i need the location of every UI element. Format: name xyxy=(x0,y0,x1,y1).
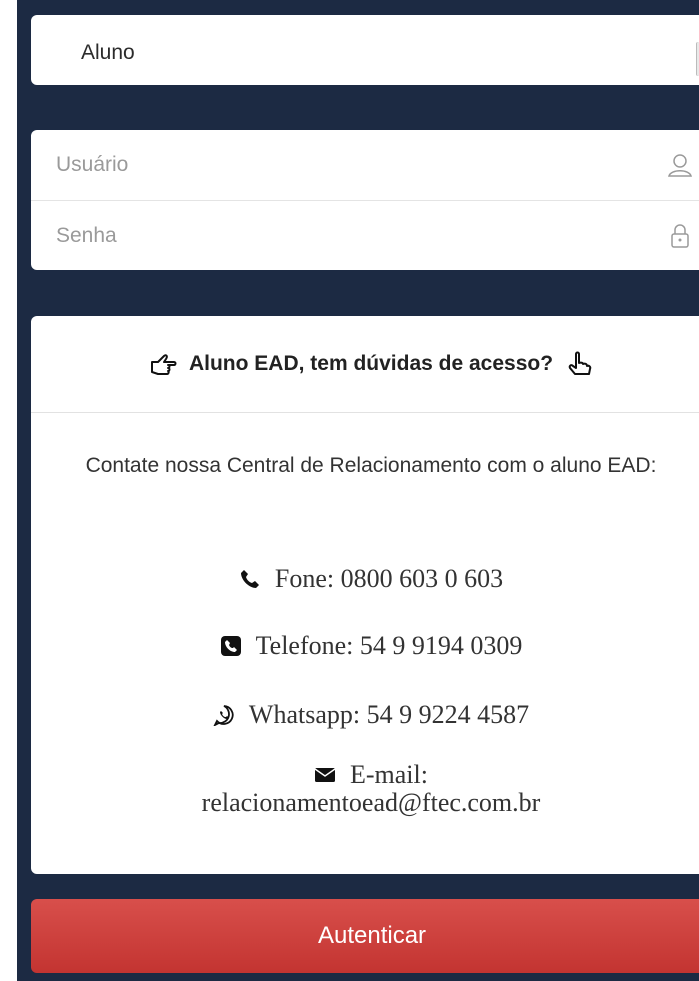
contact-phone-text: Fone: 0800 603 0 603 xyxy=(274,564,504,593)
access-help-title: Aluno EAD, tem dúvidas de acesso? xyxy=(31,316,699,413)
username-input[interactable] xyxy=(31,130,699,200)
contact-email-label: E-mail: xyxy=(350,760,428,789)
hand-point-up-icon xyxy=(568,351,592,375)
access-help-body: Contate nossa Central de Relacionamento … xyxy=(31,416,699,874)
contact-whatsapp-text: Whatsapp: 54 9 9224 4587 xyxy=(248,700,530,729)
login-background: Aluno Aluno EAD, tem dúvidas de acesso? xyxy=(17,0,699,981)
contact-intro-text: Contate nossa Central de Relacionamento … xyxy=(85,454,657,477)
contact-email: E-mail: relacionamentoead@ftec.com.br xyxy=(31,761,699,817)
profile-select[interactable]: Aluno xyxy=(31,15,699,85)
envelope-icon xyxy=(314,768,336,782)
phone-square-icon xyxy=(220,636,241,656)
contact-email-value: relacionamentoead@ftec.com.br xyxy=(201,788,541,817)
profile-select-value: Aluno xyxy=(81,41,135,64)
authenticate-button[interactable]: Autenticar xyxy=(31,899,699,973)
username-field-wrapper xyxy=(31,130,699,201)
password-field-wrapper xyxy=(31,201,699,270)
contact-telephone-text: Telefone: 54 9 9194 0309 xyxy=(255,631,523,660)
contact-telephone: Telefone: 54 9 9194 0309 xyxy=(31,631,699,661)
credentials-panel xyxy=(31,130,699,270)
contact-phone: Fone: 0800 603 0 603 xyxy=(31,564,699,594)
phone-icon xyxy=(240,570,259,588)
whatsapp-icon xyxy=(213,705,234,726)
user-icon xyxy=(668,154,692,177)
password-input[interactable] xyxy=(31,201,699,270)
access-help-panel: Aluno EAD, tem dúvidas de acesso? Contat… xyxy=(31,316,699,874)
hand-point-right-icon xyxy=(150,354,177,375)
contact-whatsapp: Whatsapp: 54 9 9224 4587 xyxy=(31,700,699,730)
access-help-title-text: Aluno EAD, tem dúvidas de acesso? xyxy=(188,352,554,375)
lock-icon xyxy=(671,224,689,248)
